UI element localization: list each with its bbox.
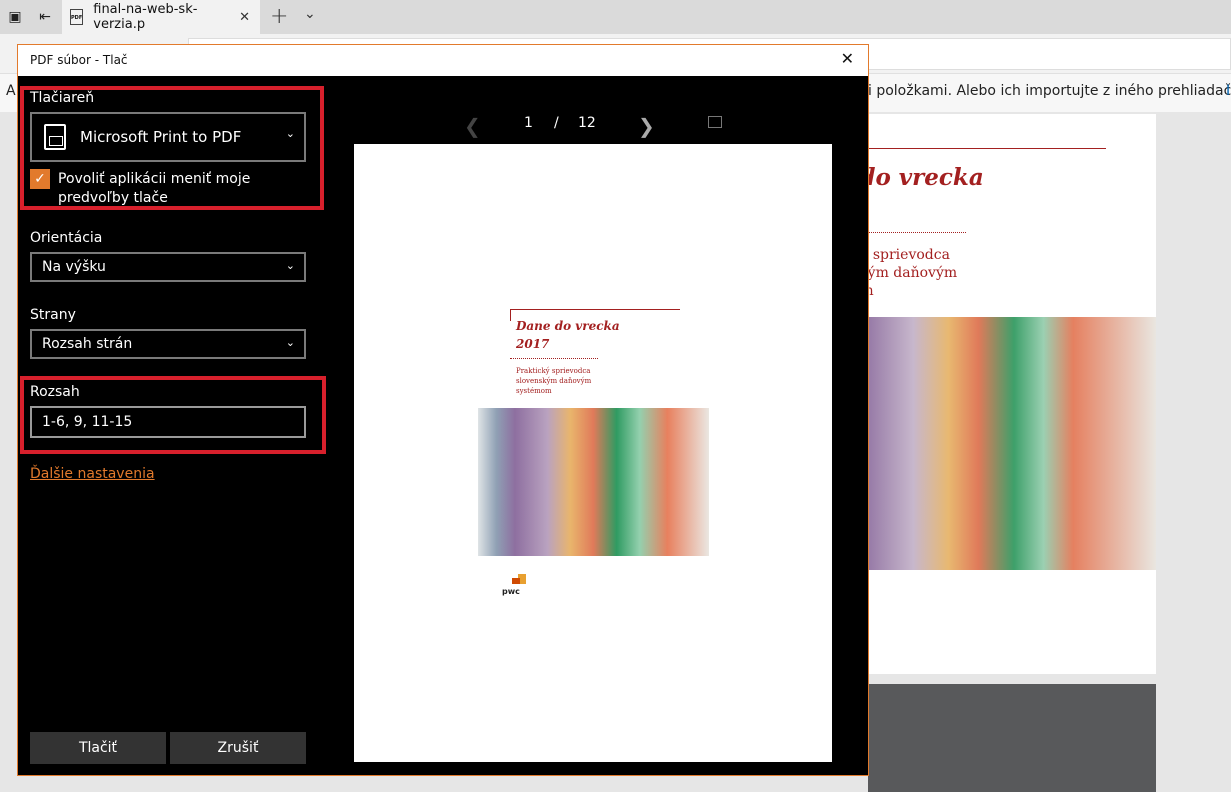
chevron-down-icon: ⌄ <box>285 259 295 272</box>
more-settings-link[interactable]: Ďalšie nastavenia <box>30 466 155 482</box>
print-button[interactable]: Tlačiť <box>30 732 166 764</box>
pages-select[interactable]: Rozsah strán ⌄ <box>30 329 306 359</box>
chevron-left-icon[interactable]: ❮ <box>464 114 481 138</box>
background-dark-block <box>868 684 1156 792</box>
chevron-right-icon[interactable]: ❯ <box>638 114 655 138</box>
close-icon[interactable]: ✕ <box>239 10 250 25</box>
fit-page-icon[interactable] <box>708 116 722 128</box>
import-link[interactable]: I <box>1226 83 1230 99</box>
background-doc-title: ne do vrecka 7 <box>860 164 984 191</box>
allow-app-prefs-checkbox[interactable]: ✓ <box>30 169 50 189</box>
close-icon[interactable]: ✕ <box>841 49 854 68</box>
current-page: 1 <box>524 115 533 131</box>
doc-rule <box>510 309 680 310</box>
dialog-title: PDF súbor - Tlač <box>30 53 128 67</box>
background-doc-subtitle: ký sprievodca ským daňovým om <box>860 247 958 299</box>
orientation-value: Na výšku <box>42 259 106 275</box>
doc-dotted-rule <box>860 232 966 233</box>
printer-name: Microsoft Print to PDF <box>80 128 242 146</box>
dialog-title-bar: PDF súbor - Tlač ✕ <box>18 45 868 76</box>
printer-label: Tlačiareň <box>30 90 95 106</box>
printer-select[interactable]: Microsoft Print to PDF ⌄ <box>30 112 306 162</box>
pwc-logo: pwc <box>500 574 530 598</box>
doc-rule <box>860 148 1106 149</box>
browser-tab[interactable]: PDF final-na-web-sk-verzia.p ✕ <box>62 0 260 34</box>
range-input[interactable]: 1-6, 9, 11-15 <box>30 406 306 438</box>
doc-rule-tick <box>510 309 511 321</box>
plus-icon[interactable]: + <box>270 4 288 29</box>
tab-actions-icon[interactable]: ▣ <box>6 8 24 26</box>
chevron-down-icon: ⌄ <box>285 336 295 349</box>
print-dialog: PDF súbor - Tlač ✕ Tlačiareň Microsoft P… <box>17 44 869 776</box>
chevron-down-icon: ⌄ <box>285 127 295 140</box>
preview-doc-subtitle: Praktický sprievodca slovenským daňovým … <box>516 367 592 395</box>
range-label: Rozsah <box>30 384 80 400</box>
allow-app-prefs-label: Povoliť aplikácii meniť moje predvoľby t… <box>58 171 251 206</box>
settings-panel: Tlačiareň Microsoft Print to PDF ⌄ ✓ Pov… <box>18 76 336 775</box>
preview-doc-title: Dane do vrecka 2017 <box>516 319 620 351</box>
orientation-select[interactable]: Na výšku ⌄ <box>30 252 306 282</box>
banknotes-image <box>860 317 1156 570</box>
banknotes-image <box>478 408 709 556</box>
total-pages: 12 <box>578 115 596 131</box>
logo-text: pwc <box>502 587 520 596</box>
checkmark-icon: ✓ <box>34 171 46 187</box>
chevron-down-icon[interactable]: ⌄ <box>304 6 316 22</box>
pages-label: Strany <box>30 307 76 323</box>
background-document: ne do vrecka 7 ký sprievodca ským daňový… <box>860 114 1156 674</box>
orientation-label: Orientácia <box>30 230 103 246</box>
tab-title: final-na-web-sk-verzia.p <box>93 2 198 32</box>
set-aside-icon[interactable]: ⇤ <box>36 8 54 26</box>
preview-page: Dane do vrecka 2017 Praktický sprievodca… <box>354 144 832 762</box>
print-preview: ❮ 1 / 12 ❯ Dane do vrecka 2017 Praktický… <box>336 76 868 775</box>
favbar-initial: A <box>6 83 16 99</box>
doc-dotted-rule <box>510 358 598 359</box>
pages-value: Rozsah strán <box>42 336 133 352</box>
browser-tab-strip: ▣ ⇤ PDF final-na-web-sk-verzia.p ✕ + ⌄ <box>0 0 1231 34</box>
printer-icon <box>44 124 66 150</box>
cancel-button[interactable]: Zrušiť <box>170 732 306 764</box>
favbar-text: i položkami. Alebo ich importujte z inéh… <box>868 83 1231 99</box>
page-separator: / <box>554 115 559 131</box>
pdf-file-icon: PDF <box>70 9 84 25</box>
